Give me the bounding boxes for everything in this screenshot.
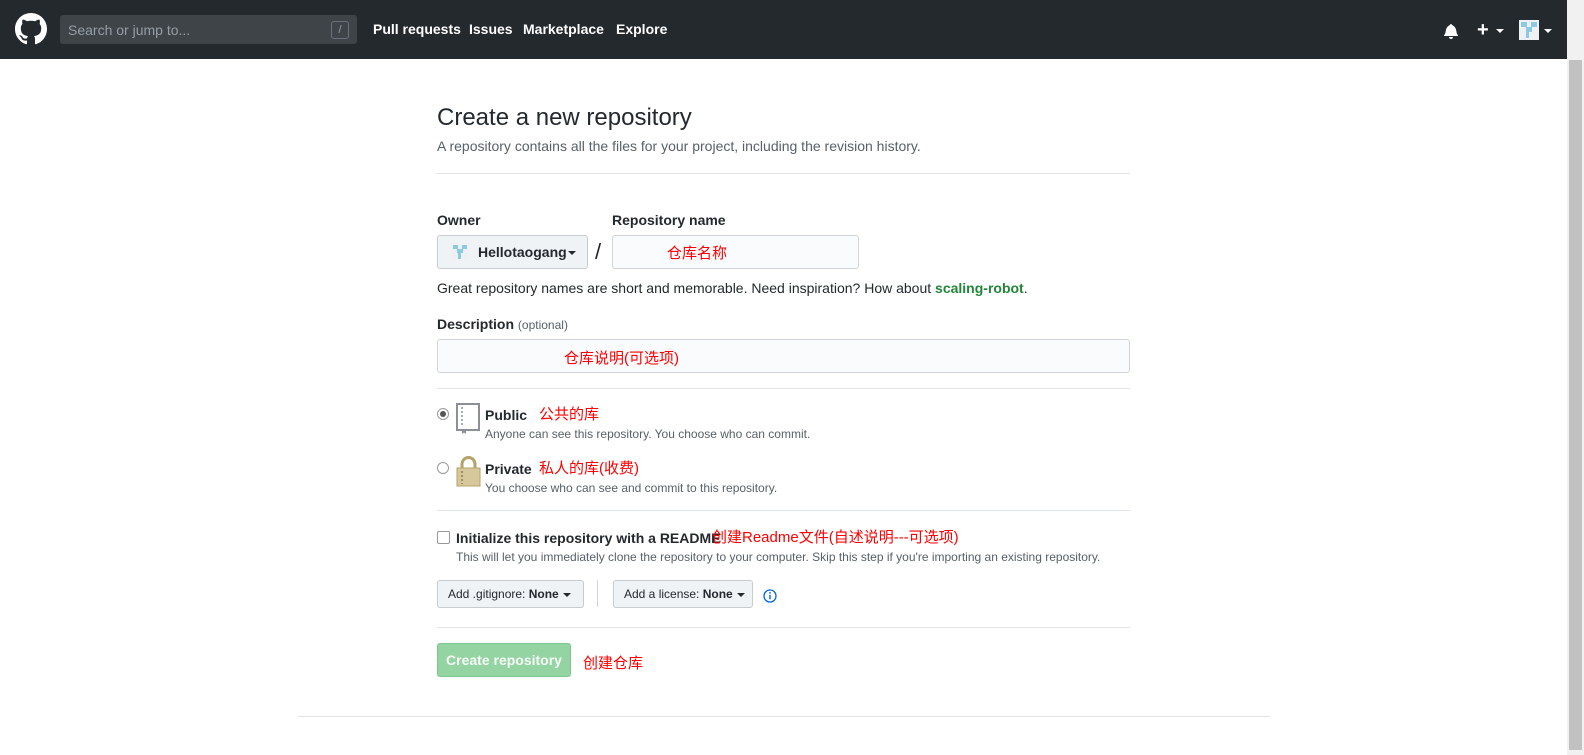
private-radio[interactable] xyxy=(437,462,449,474)
repo-name-input[interactable] xyxy=(612,235,859,269)
readme-label[interactable]: Initialize this repository with a README xyxy=(456,530,720,546)
gitignore-caret-icon xyxy=(562,592,571,597)
nav-explore[interactable]: Explore xyxy=(616,21,667,37)
divider xyxy=(437,388,1130,389)
license-value: None xyxy=(702,587,733,601)
footer-divider xyxy=(298,716,1270,717)
private-annotation: 私人的库(收费) xyxy=(539,460,639,477)
public-repo-book-icon xyxy=(456,403,480,434)
gitignore-label: Add .gitignore: xyxy=(448,587,526,601)
readme-annotation: 创建Readme文件(自述说明---可选项) xyxy=(712,529,959,546)
owner-select[interactable]: Hellotaogang xyxy=(437,235,588,269)
public-radio[interactable] xyxy=(437,408,449,420)
description-input[interactable] xyxy=(437,339,1130,373)
select-divider xyxy=(597,580,598,607)
owner-repo-separator: / xyxy=(595,239,602,264)
private-description: You choose who can see and commit to thi… xyxy=(485,481,778,495)
gitignore-value: None xyxy=(528,587,559,601)
identicon-icon xyxy=(1519,20,1539,40)
private-lock-icon xyxy=(456,456,481,487)
top-navbar: Search or jump to... / Pull requests Iss… xyxy=(0,0,1567,59)
name-hint: Great repository names are short and mem… xyxy=(437,280,1028,296)
search-placeholder: Search or jump to... xyxy=(68,22,191,38)
create-annotation: 创建仓库 xyxy=(583,655,644,672)
divider xyxy=(437,173,1130,174)
private-label: Private xyxy=(485,461,532,477)
license-caret-icon xyxy=(736,592,745,597)
github-logo-icon[interactable] xyxy=(15,13,47,45)
page-subtitle: A repository contains all the files for … xyxy=(437,138,921,154)
license-select[interactable]: Add a license: None xyxy=(613,580,753,608)
public-annotation: 公共的库 xyxy=(539,406,600,423)
create-repository-button[interactable]: Create repository xyxy=(437,643,571,677)
public-label: Public xyxy=(485,407,528,423)
optional-tag: (optional) xyxy=(517,318,568,332)
owner-label: Owner xyxy=(437,212,481,228)
name-suggestion-link[interactable]: scaling-robot xyxy=(935,280,1024,296)
description-label-text: Description xyxy=(437,316,515,332)
owner-identicon-icon xyxy=(452,244,468,260)
page-title: Create a new repository xyxy=(437,104,692,131)
repo-name-annotation: 仓库名称 xyxy=(667,245,728,262)
description-label: Description (optional) xyxy=(437,316,568,332)
gitignore-select[interactable]: Add .gitignore: None xyxy=(437,580,584,608)
readme-checkbox[interactable] xyxy=(437,531,450,544)
owner-caret-icon xyxy=(568,251,576,255)
divider xyxy=(437,510,1130,511)
search-input[interactable]: Search or jump to... / xyxy=(60,15,357,44)
license-info-icon[interactable] xyxy=(763,589,777,603)
avatar-dropdown-caret-icon[interactable] xyxy=(1544,29,1552,33)
public-description: Anyone can see this repository. You choo… xyxy=(485,427,811,441)
scrollbar-thumb[interactable] xyxy=(1569,60,1582,750)
description-annotation: 仓库说明(可选项) xyxy=(564,350,679,367)
hint-prefix: Great repository names are short and mem… xyxy=(437,280,936,296)
plus-dropdown-caret-icon[interactable] xyxy=(1496,29,1504,33)
license-label: Add a license: xyxy=(624,587,700,601)
create-new-plus-icon[interactable]: + xyxy=(1477,20,1489,40)
search-shortcut-badge: / xyxy=(331,21,349,39)
repo-name-label: Repository name xyxy=(612,212,726,228)
notifications-bell-icon[interactable] xyxy=(1444,23,1458,39)
owner-name: Hellotaogang xyxy=(478,244,567,260)
hint-suffix: . xyxy=(1023,280,1028,296)
nav-issues[interactable]: Issues xyxy=(469,21,513,37)
readme-description: This will let you immediately clone the … xyxy=(456,550,1101,564)
divider xyxy=(437,627,1130,628)
nav-marketplace[interactable]: Marketplace xyxy=(523,21,604,37)
user-avatar[interactable] xyxy=(1519,20,1539,40)
nav-pull-requests[interactable]: Pull requests xyxy=(373,21,461,37)
